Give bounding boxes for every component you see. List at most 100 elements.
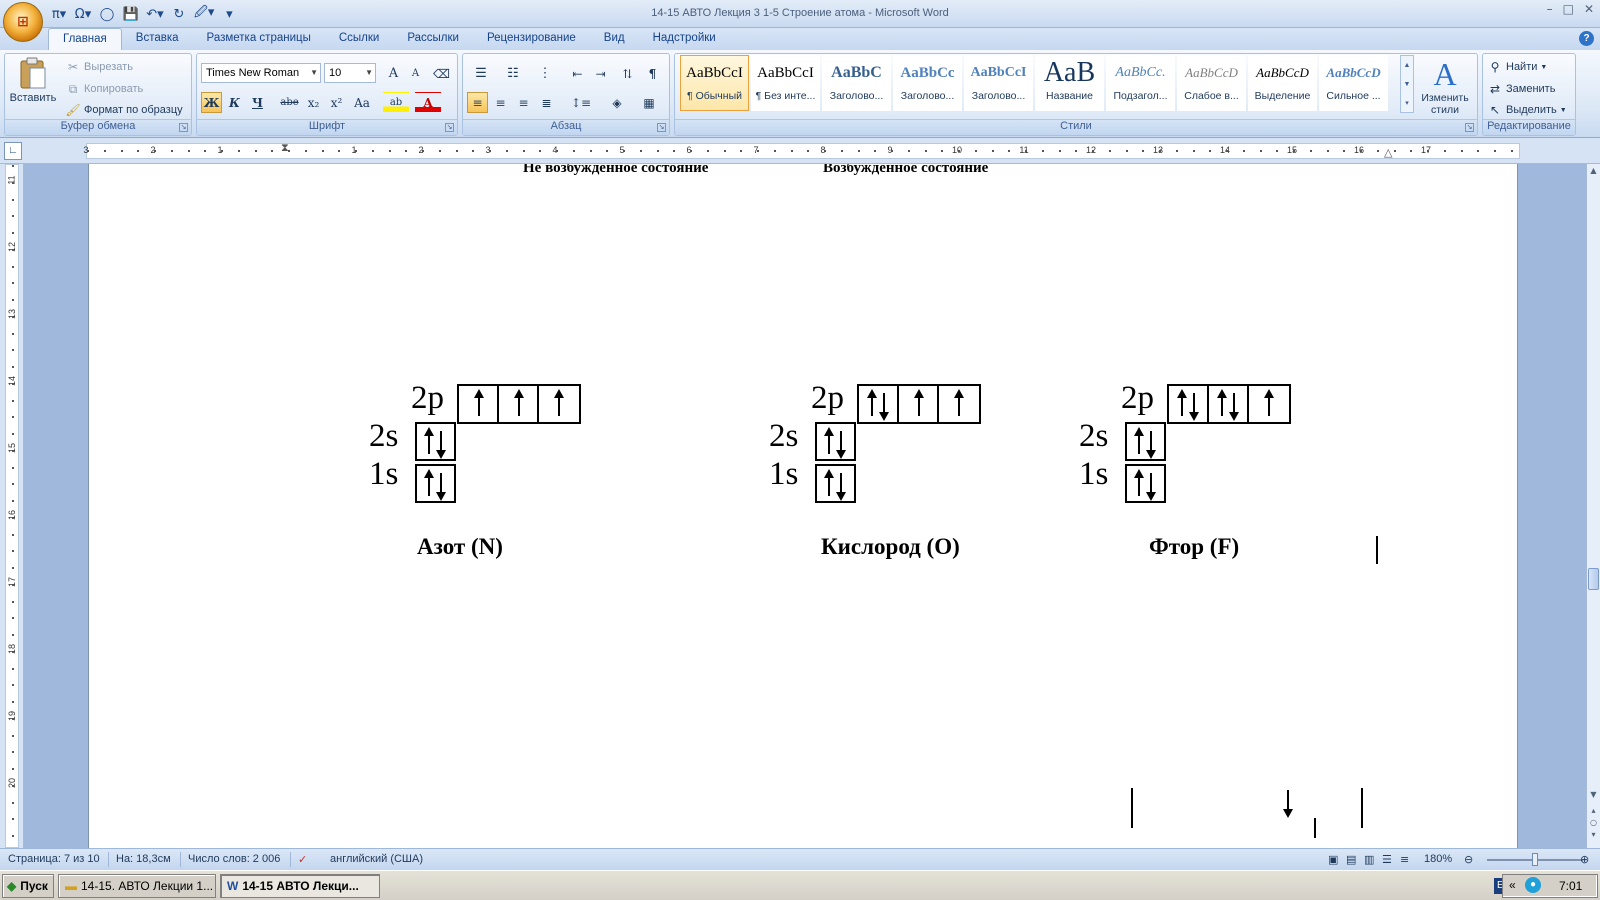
- spellcheck-icon[interactable]: ✓: [298, 853, 307, 866]
- taskbar-item-word[interactable]: W 14-15 АВТО Лекци...: [220, 874, 380, 898]
- scroll-thumb[interactable]: [1588, 568, 1599, 590]
- font-color-button[interactable]: A: [415, 92, 441, 113]
- change-styles-button[interactable]: A Изменить стили: [1415, 56, 1475, 116]
- chevron-up-icon[interactable]: ▲: [1401, 56, 1413, 75]
- align-center-button[interactable]: ≡: [490, 92, 511, 113]
- zoom-slider-thumb[interactable]: [1532, 853, 1538, 866]
- style-title[interactable]: AaB Название: [1035, 55, 1104, 111]
- scroll-up-icon[interactable]: ▲: [1588, 166, 1599, 175]
- style-heading-2[interactable]: AaBbCc Заголово...: [893, 55, 962, 111]
- tab-page-layout[interactable]: Разметка страницы: [193, 28, 325, 50]
- tray-expand-icon[interactable]: «: [1509, 878, 1516, 892]
- clipboard-launcher-icon[interactable]: ↘: [179, 123, 188, 132]
- subscript-button[interactable]: x₂: [303, 92, 324, 113]
- multilevel-list-button[interactable]: ⋮: [531, 63, 559, 84]
- style-intense-emphasis[interactable]: AaBbCcD Сильное ...: [1319, 55, 1388, 111]
- cursor-position[interactable]: На: 18,3см: [116, 853, 171, 865]
- shading-button[interactable]: ◈: [603, 92, 631, 113]
- italic-button[interactable]: К: [224, 92, 245, 113]
- chevron-down-icon[interactable]: ▼: [1401, 75, 1413, 94]
- font-family-select[interactable]: Times New Roman ▼: [201, 63, 321, 83]
- zoom-out-icon[interactable]: ⊖: [1464, 853, 1473, 866]
- view-web-layout-icon[interactable]: ▥: [1364, 853, 1374, 866]
- right-indent-marker[interactable]: △: [1384, 146, 1392, 159]
- styles-gallery-scroll[interactable]: ▲ ▼ ▾: [1400, 55, 1414, 113]
- font-size-select[interactable]: 10 ▼: [324, 63, 376, 83]
- highlight-button[interactable]: ab: [383, 92, 409, 113]
- tab-home[interactable]: Главная: [48, 28, 122, 50]
- select-button[interactable]: ↖ Выделить ▼: [1487, 102, 1567, 118]
- tab-review[interactable]: Рецензирование: [473, 28, 590, 50]
- language-indicator[interactable]: английский (США): [330, 853, 423, 865]
- document-page[interactable]: Не возбужденное состояние Возбужденное с…: [88, 164, 1518, 848]
- shrink-font-button[interactable]: A: [405, 63, 426, 84]
- tab-view[interactable]: Вид: [590, 28, 639, 50]
- align-right-button[interactable]: ≡: [513, 92, 534, 113]
- view-print-layout-icon[interactable]: ▣: [1328, 853, 1338, 866]
- next-page-icon[interactable]: ▾: [1588, 830, 1599, 839]
- grow-font-button[interactable]: A: [383, 63, 404, 84]
- decrease-indent-button[interactable]: ⇤: [567, 63, 588, 84]
- browse-object-icon[interactable]: ○: [1588, 818, 1599, 827]
- style-emphasis[interactable]: AaBbCcD Выделение: [1248, 55, 1317, 111]
- maximize-button[interactable]: □: [1563, 2, 1574, 16]
- help-icon[interactable]: ?: [1579, 31, 1594, 46]
- style-no-spacing[interactable]: AaBbCcI ¶ Без инте...: [751, 55, 820, 111]
- format-painter-button[interactable]: 🖌 Формат по образцу: [65, 102, 182, 118]
- replace-button[interactable]: ⇄ Заменить: [1487, 81, 1555, 97]
- borders-button[interactable]: ▦: [635, 92, 663, 113]
- style-subtle-emphasis[interactable]: AaBbCcD Слабое в...: [1177, 55, 1246, 111]
- superscript-button[interactable]: x²: [326, 92, 347, 113]
- ruler-track[interactable]: 3 2 1 1 2 3 4 5 6 7 8 9 10 11 12 13 14 15 16 17 ⧗ △: [83, 141, 1520, 159]
- paste-button[interactable]: Вставить: [9, 56, 57, 104]
- format-icon[interactable]: 🖉▾: [194, 5, 214, 23]
- equation-icon[interactable]: π▾: [50, 5, 68, 23]
- tab-selector-icon[interactable]: ∟: [4, 142, 22, 160]
- office-button[interactable]: ⊞: [3, 2, 43, 42]
- view-outline-icon[interactable]: ☰: [1382, 853, 1392, 866]
- undo-icon[interactable]: ↶▾: [146, 5, 164, 23]
- start-button[interactable]: ◆ Пуск: [2, 874, 54, 898]
- scroll-down-icon[interactable]: ▼: [1588, 790, 1599, 799]
- customize-qat-icon[interactable]: ▾: [220, 5, 238, 23]
- symbol-icon[interactable]: Ω▾: [74, 5, 92, 23]
- numbering-button[interactable]: ☷: [499, 63, 527, 84]
- view-full-screen-icon[interactable]: ▤: [1346, 853, 1356, 866]
- zoom-in-icon[interactable]: ⊕: [1580, 853, 1589, 866]
- tab-insert[interactable]: Вставка: [122, 28, 193, 50]
- style-heading-3[interactable]: AaBbCcI Заголово...: [964, 55, 1033, 111]
- font-launcher-icon[interactable]: ↘: [445, 123, 454, 132]
- show-marks-button[interactable]: ¶: [642, 63, 663, 84]
- style-heading-1[interactable]: AaBbC Заголово...: [822, 55, 891, 111]
- style-normal[interactable]: AaBbCcI ¶ Обычный: [680, 55, 749, 111]
- sort-button[interactable]: ⇅: [617, 63, 638, 84]
- circle-icon[interactable]: ◯: [98, 5, 116, 23]
- taskbar-item-folder[interactable]: ▬ 14-15. АВТО Лекции 1...: [58, 874, 216, 898]
- save-icon[interactable]: 💾: [122, 5, 140, 23]
- vertical-ruler-track[interactable]: 11 12 13 14 15 16 17 18 19 20: [5, 164, 19, 848]
- tab-references[interactable]: Ссылки: [325, 28, 394, 50]
- zoom-level[interactable]: 180%: [1424, 853, 1452, 865]
- justify-button[interactable]: ≣: [536, 92, 557, 113]
- bullets-button[interactable]: ☰: [467, 63, 495, 84]
- more-icon[interactable]: ▾: [1401, 94, 1413, 113]
- view-draft-icon[interactable]: ≡: [1400, 853, 1409, 866]
- line-spacing-button[interactable]: ↕≡: [567, 92, 595, 113]
- redo-icon[interactable]: ↻: [170, 5, 188, 23]
- network-icon[interactable]: ●: [1525, 877, 1541, 893]
- increase-indent-button[interactable]: ⇥: [590, 63, 611, 84]
- vertical-ruler[interactable]: 11 12 13 14 15 16 17 18 19 20: [0, 164, 24, 848]
- vertical-scrollbar[interactable]: ▲ ▼ ▴ ○ ▾: [1586, 164, 1600, 848]
- style-subtitle[interactable]: AaBbCc. Подзагол...: [1106, 55, 1175, 111]
- clear-format-button[interactable]: ⌫: [431, 63, 452, 84]
- cut-button[interactable]: ✂ Вырезать: [65, 59, 133, 75]
- prev-page-icon[interactable]: ▴: [1588, 806, 1599, 815]
- find-button[interactable]: ⚲ Найти ▼: [1487, 59, 1548, 75]
- left-indent-marker[interactable]: ⧗: [281, 141, 289, 155]
- copy-button[interactable]: ⧉ Копировать: [65, 81, 144, 97]
- underline-button[interactable]: Ч: [247, 92, 268, 113]
- horizontal-ruler[interactable]: ∟ 3 2 1 1 2 3 4 5 6 7 8 9 10 11 12 13 14 15 16 17 ⧗ △: [0, 138, 1600, 164]
- page-count[interactable]: Страница: 7 из 10: [8, 853, 100, 865]
- change-case-button[interactable]: Aa: [349, 92, 375, 113]
- minimize-button[interactable]: –: [1547, 2, 1553, 16]
